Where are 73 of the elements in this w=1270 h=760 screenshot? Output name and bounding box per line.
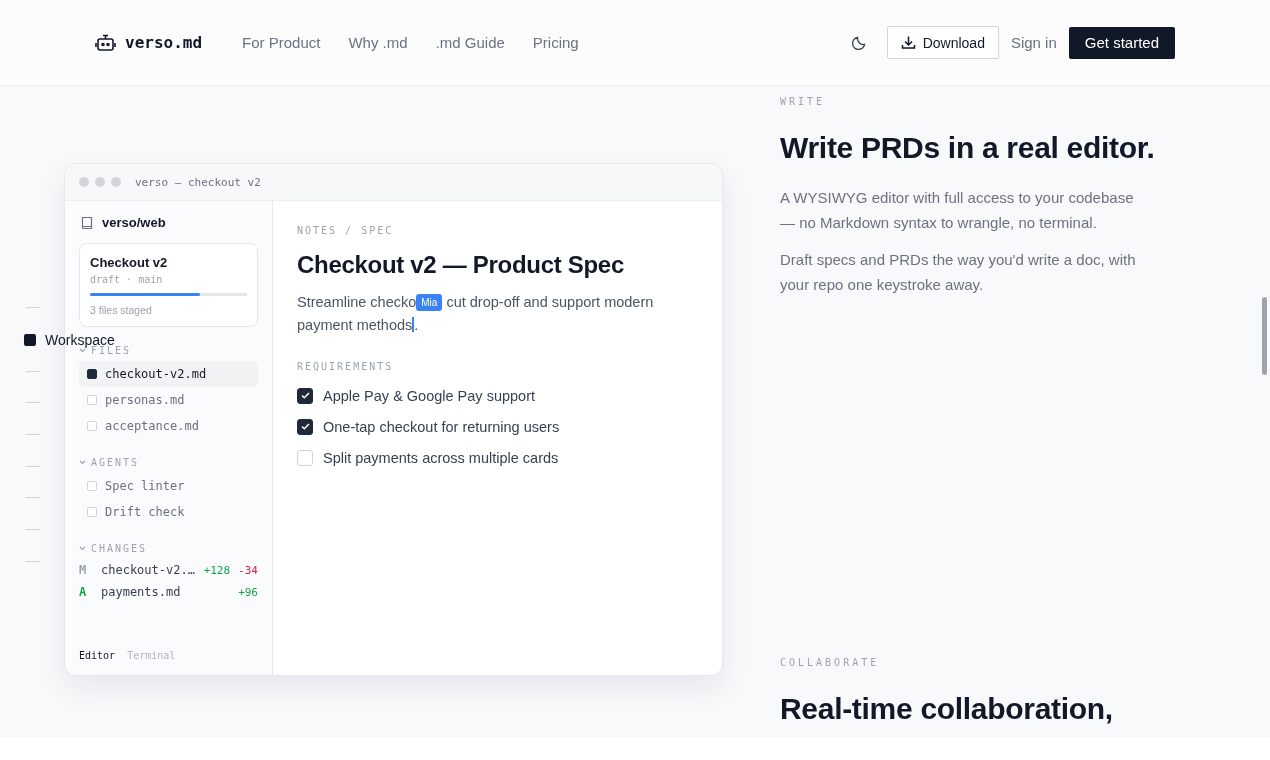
paragraph-text: cut drop-off and support modern [446, 294, 654, 310]
doc-title: Checkout v2 — Product Spec [297, 251, 625, 279]
get-started-button[interactable]: Get started [1068, 26, 1175, 59]
section-marker[interactable] [26, 529, 40, 531]
nav-link[interactable]: .md Guide [435, 34, 505, 51]
paragraph-text: Streamline checko [297, 294, 417, 310]
sidebar-item[interactable]: acceptance.md [79, 413, 258, 439]
card-note: 3 files staged [90, 304, 153, 316]
checkbox[interactable] [297, 418, 313, 435]
panel-tab[interactable]: Editor [79, 650, 116, 661]
card-title: Checkout v2 [90, 255, 169, 270]
nav-link[interactable]: Why .md [348, 34, 408, 51]
requirement-text: One-tap checkout for returning users [323, 418, 560, 435]
section-marker[interactable] [24, 333, 36, 346]
branch-card[interactable]: Checkout v2 draft · main 3 files staged [79, 243, 258, 327]
section-heading: Write PRDs in a real editor. [780, 130, 1156, 166]
section-marker[interactable] [26, 465, 40, 467]
nav-link[interactable]: Pricing [532, 34, 579, 51]
eyebrow-label: COLLABORATE [780, 657, 881, 668]
window-dot[interactable] [79, 177, 89, 187]
sidebar-item[interactable]: Drift check [79, 499, 258, 525]
group-heading: FILES [91, 345, 132, 356]
sidebar-item[interactable]: checkout-v2.md [79, 361, 258, 387]
breadcrumb: NOTES / SPEC [297, 225, 395, 236]
group-heading: CHANGES [91, 543, 148, 554]
book-icon [81, 215, 93, 230]
check-icon [300, 392, 310, 399]
change-status: A [79, 585, 88, 599]
window-dot[interactable] [95, 177, 105, 187]
sidebar-item[interactable]: Spec linter [79, 473, 258, 499]
check-icon [300, 423, 310, 430]
card-meta: draft · main [90, 274, 164, 285]
eyebrow-label: WRITE [780, 96, 827, 107]
requirement-text: Apple Pay & Google Pay support [323, 387, 535, 404]
download-icon [900, 35, 916, 50]
sign-in-link[interactable]: Sign in [1010, 34, 1057, 51]
nav-link[interactable]: For Product [242, 34, 321, 51]
paragraph-text: payment methods [297, 317, 413, 333]
chevron-icon[interactable] [79, 348, 86, 353]
sidebar-item[interactable]: personas.md [79, 387, 258, 413]
section-marker[interactable] [26, 497, 40, 499]
section-marker[interactable] [26, 307, 40, 309]
group-heading: AGENTS [91, 457, 140, 468]
section-label: REQUIREMENTS [297, 361, 395, 372]
logo-text[interactable]: verso.md [125, 33, 203, 52]
chevron-icon[interactable] [79, 460, 86, 465]
change-file[interactable]: checkout-v2.… [101, 563, 204, 577]
robot-icon [95, 32, 116, 53]
section-heading: Real-time collaboration, [780, 691, 1114, 727]
checkbox[interactable] [297, 387, 313, 404]
section-marker[interactable] [26, 434, 40, 436]
collaborator-tag: Mia [416, 294, 443, 311]
change-file[interactable]: payments.md [101, 585, 239, 599]
download-button[interactable]: Download [886, 26, 999, 59]
section-label[interactable]: Workspace [45, 331, 115, 348]
requirement-text: Split payments across multiple cards [323, 449, 559, 466]
window-title: verso — checkout v2 [135, 175, 261, 189]
body-text: Draft specs and PRDs the way you'd write a doc, with your repo one keystroke away. [780, 250, 1137, 295]
lines-added: +96 [238, 585, 258, 599]
change-status: M [79, 563, 88, 577]
paragraph-text: . [414, 317, 419, 333]
chevron-icon[interactable] [79, 546, 86, 551]
window-dot[interactable] [111, 177, 121, 187]
body-text: A WYSIWYG editor with full access to your codebase — no Markdown syntax to wrangle, no terminal. [780, 188, 1135, 233]
scrollbar-thumb[interactable] [1262, 297, 1267, 375]
lines-added: +128 [203, 563, 231, 577]
section-marker[interactable] [26, 560, 40, 562]
lines-removed: -34 [238, 563, 258, 577]
repo-name[interactable]: verso/web [102, 215, 166, 230]
text-cursor [412, 317, 415, 332]
moon-icon[interactable] [850, 34, 867, 51]
section-marker[interactable] [26, 402, 40, 404]
section-marker[interactable] [26, 370, 40, 372]
